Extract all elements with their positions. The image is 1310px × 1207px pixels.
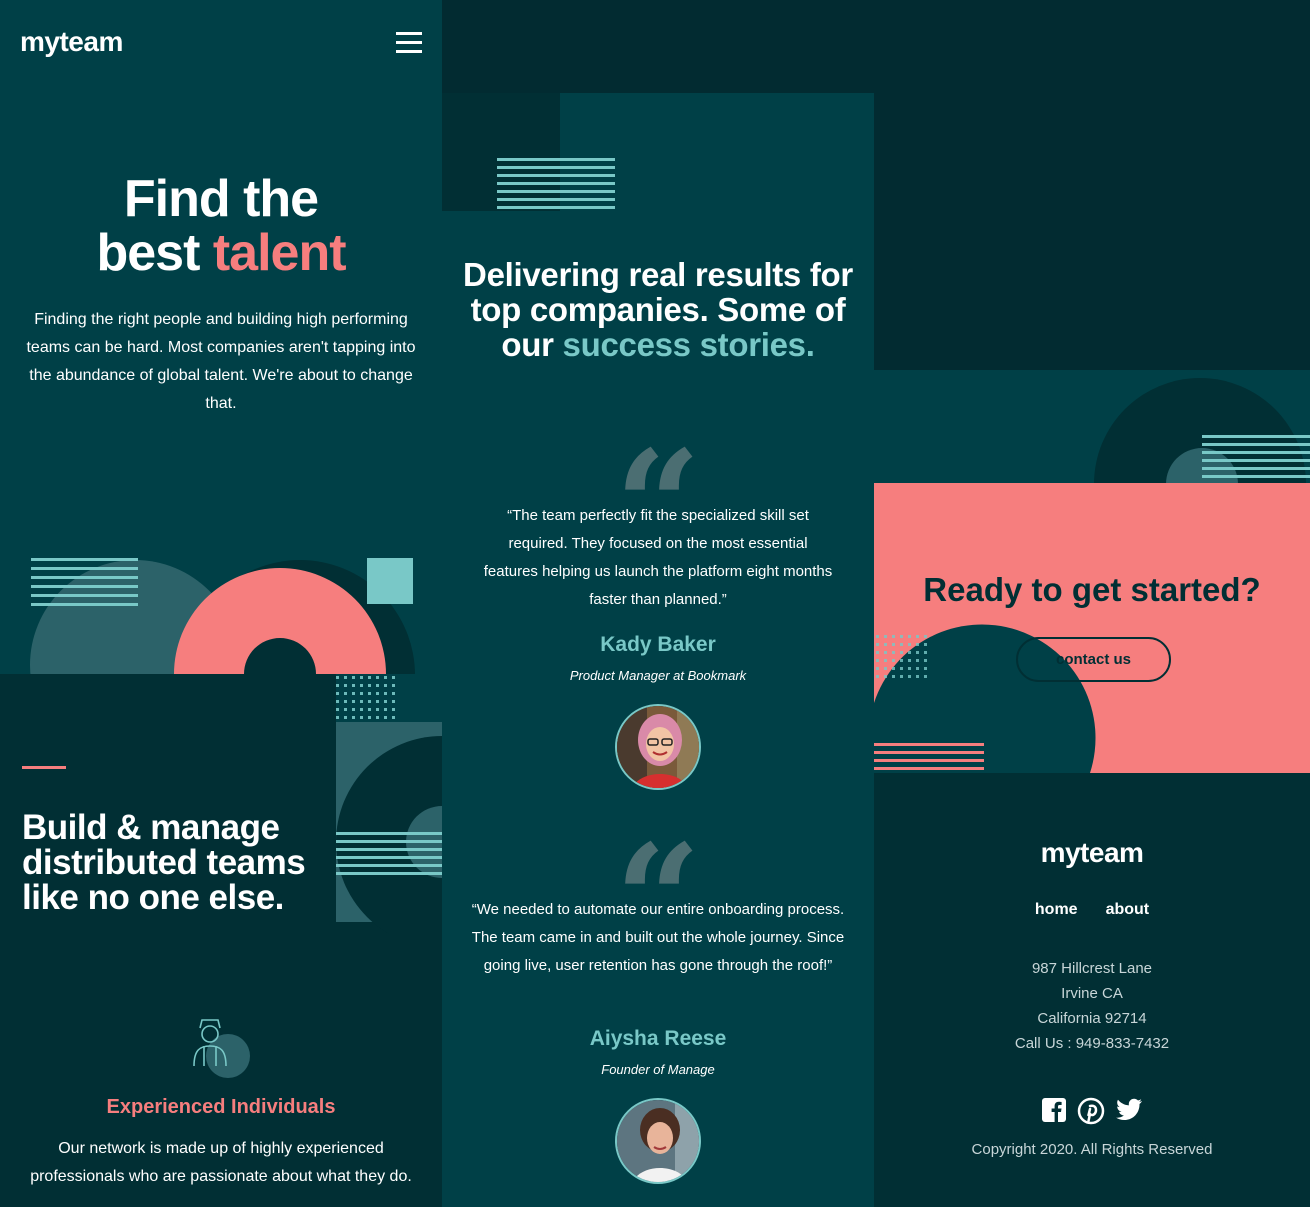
mobile-home-top: myteam Find the best talent Finding the … bbox=[0, 0, 442, 1207]
person-icon bbox=[193, 1019, 250, 1078]
testimonial-name: Kady Baker bbox=[600, 633, 716, 656]
features-section bbox=[0, 674, 442, 1207]
copyright: Copyright 2020. All Rights Reserved bbox=[971, 1141, 1213, 1158]
testimonials-decoration bbox=[442, 93, 615, 211]
testimonial-role: Product Manager at Bookmark bbox=[569, 668, 747, 683]
testimonial-name: Aiysha Reese bbox=[589, 1027, 727, 1050]
hero-text: Finding the right people and building hi… bbox=[26, 311, 416, 412]
footer: myteam home about 987 Hillcrest Lane Irv… bbox=[874, 773, 1310, 1207]
hamburger-icon[interactable] bbox=[396, 32, 422, 56]
testimonial-quote: “We needed to automate our entire onboar… bbox=[471, 901, 845, 974]
phone-line: Call Us : 949-833-7432 bbox=[1014, 1035, 1170, 1052]
avatar-aiysha bbox=[615, 1098, 701, 1184]
feature-title: Experienced Individuals bbox=[106, 1096, 336, 1118]
logo[interactable]: myteam bbox=[20, 26, 123, 58]
hero-title-line2: best bbox=[96, 224, 213, 282]
testimonials-title-accent: success stories. bbox=[562, 326, 815, 363]
footer-nav-about[interactable]: about bbox=[1106, 901, 1150, 919]
address-line: 987 Hillcrest Lane bbox=[1031, 960, 1153, 977]
facebook-icon[interactable] bbox=[1041, 1097, 1067, 1123]
avatar-kady bbox=[615, 704, 701, 790]
cta-top-decoration bbox=[874, 370, 1310, 484]
testimonial-role: Founder of Manage bbox=[601, 1062, 715, 1077]
cta-decoration bbox=[874, 624, 1096, 773]
features-title: Build & manage distributed teams like no… bbox=[22, 808, 306, 917]
cta-title: Ready to get started? bbox=[923, 571, 1261, 608]
hero-title: Find the best talent bbox=[0, 172, 442, 280]
cta-section: Ready to get started? contact us bbox=[874, 483, 1310, 773]
pinterest-icon[interactable] bbox=[1077, 1097, 1105, 1125]
hero-title-line1: Find the bbox=[123, 170, 319, 228]
footer-logo[interactable]: myteam bbox=[874, 837, 1310, 869]
feature-text: Our network is made up of highly experie… bbox=[30, 1140, 412, 1185]
testimonial-quote: “The team perfectly fit the specialized … bbox=[483, 507, 833, 608]
twitter-icon[interactable] bbox=[1115, 1097, 1143, 1123]
footer-address: 987 Hillcrest Lane Irvine CA California … bbox=[874, 956, 1310, 1056]
contact-us-button[interactable]: contact us bbox=[1016, 637, 1171, 682]
address-line: Irvine CA bbox=[1061, 985, 1123, 1002]
hero-decoration bbox=[30, 558, 415, 680]
footer-nav-home[interactable]: home bbox=[1035, 901, 1078, 919]
testimonials-section: Delivering real results for top companie… bbox=[442, 93, 874, 1207]
footer-nav: home about bbox=[874, 901, 1310, 919]
hero-title-accent: talent bbox=[212, 224, 347, 282]
address-line: California 92714 bbox=[1037, 1010, 1147, 1027]
testimonials-title: Delivering real results for top companie… bbox=[442, 257, 874, 362]
social-links bbox=[874, 1097, 1310, 1125]
